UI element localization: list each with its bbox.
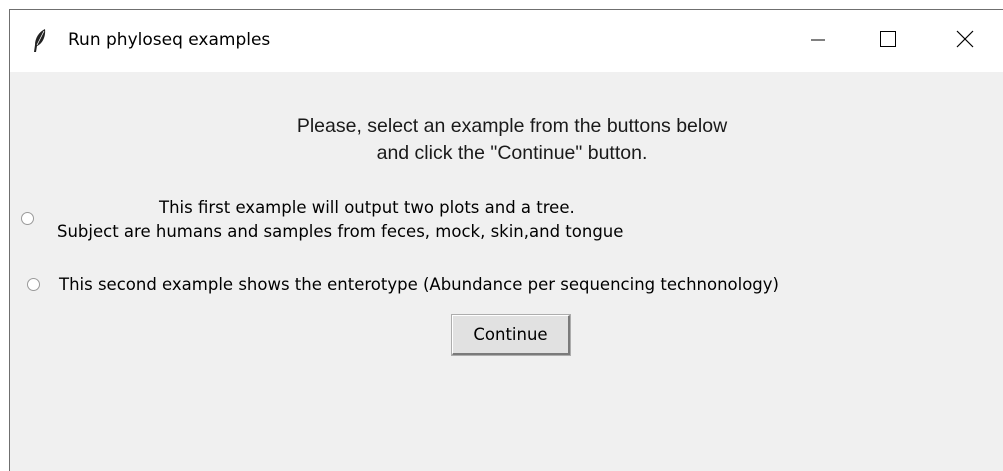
example1-radio[interactable]	[21, 212, 34, 225]
minimize-button[interactable]	[783, 10, 853, 72]
example2-label[interactable]: This second example shows the enterotype…	[59, 274, 779, 296]
example1-label-line1[interactable]: This first example will output two plots…	[159, 197, 575, 219]
title-bar[interactable]: Run phyloseq examples	[10, 10, 1003, 72]
minimize-icon	[811, 32, 825, 51]
example2-radio[interactable]	[27, 278, 40, 291]
maximize-button[interactable]	[853, 10, 923, 72]
instruction-text-line1: Please, select an example from the butto…	[296, 115, 728, 137]
window-title: Run phyloseq examples	[68, 30, 271, 50]
close-button[interactable]	[930, 10, 1000, 72]
maximize-icon	[880, 31, 896, 51]
feather-icon	[32, 28, 48, 54]
close-icon	[956, 30, 974, 52]
continue-button[interactable]: Continue	[451, 314, 571, 356]
app-window: Run phyloseq examples Please, select an …	[9, 9, 1003, 471]
instruction-text-line2: and click the "Continue" button.	[376, 142, 648, 164]
example1-label-line2[interactable]: Subject are humans and samples from fece…	[57, 221, 623, 243]
